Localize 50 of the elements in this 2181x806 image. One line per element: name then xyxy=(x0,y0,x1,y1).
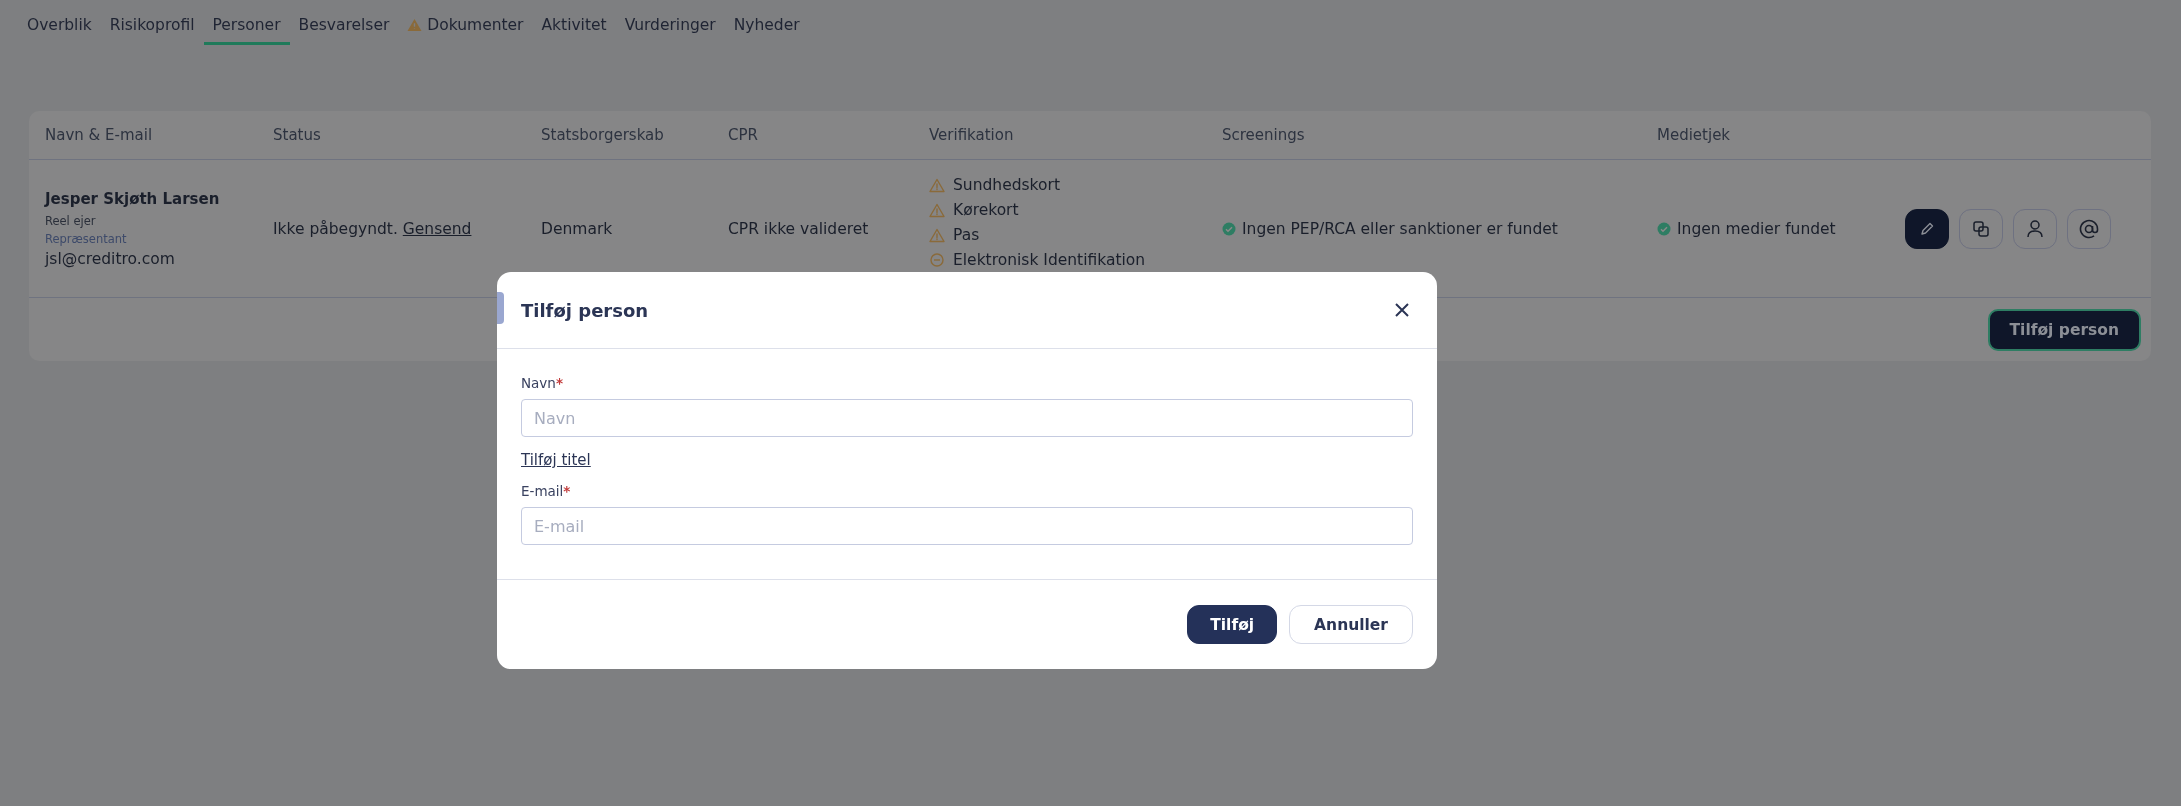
cpr-text: CPR ikke valideret xyxy=(728,219,870,238)
add-title-link[interactable]: Tilføj titel xyxy=(521,451,591,469)
dialog-title: Tilføj person xyxy=(521,299,649,321)
verification-item: Sundhedskort xyxy=(953,176,1060,194)
column-header: Status xyxy=(273,126,322,144)
copy-icon xyxy=(1972,219,1990,238)
column-header: Navn & E-mail xyxy=(45,126,154,144)
tab[interactable]: Risikoprofil xyxy=(100,12,204,45)
email-button[interactable] xyxy=(2067,208,2111,249)
citizenship-text: Denmark xyxy=(541,219,614,238)
check-circle-icon xyxy=(1657,221,1671,236)
tab[interactable]: Nyheder xyxy=(724,12,809,45)
person-name: Jesper Skjøth Larsen xyxy=(45,189,221,208)
pencil-icon xyxy=(1919,220,1935,237)
close-icon xyxy=(1395,303,1409,317)
verification-item: Kørekort xyxy=(953,201,1019,219)
verification-item: Elektronisk Identifikation xyxy=(953,251,1146,269)
field-label: E-mail* xyxy=(521,483,572,499)
tab[interactable]: Besvarelser xyxy=(289,12,399,45)
field-label: Navn* xyxy=(521,375,564,391)
person-button[interactable] xyxy=(2013,208,2057,249)
tab[interactable]: Aktivitet xyxy=(532,12,616,45)
edit-button[interactable] xyxy=(1905,208,1949,249)
tab[interactable]: Personer xyxy=(203,12,290,45)
media-result: Ingen medier fundet xyxy=(1677,219,1836,238)
column-header: Verifikation xyxy=(929,126,1015,144)
input-field[interactable]: Navn xyxy=(521,399,1413,437)
check-circle-icon xyxy=(1222,221,1236,236)
add-button[interactable]: Tilføj xyxy=(1187,605,1278,644)
input-field[interactable]: E-mail xyxy=(521,507,1413,545)
cancel-button[interactable]: Annuller xyxy=(1289,605,1413,644)
column-header: Statsborgerskab xyxy=(541,126,665,144)
status-text: Ikke påbegyndt. xyxy=(273,219,398,238)
add-person-button[interactable]: Tilføj person xyxy=(1987,308,2141,351)
column-header: CPR xyxy=(728,126,759,144)
accent-bar xyxy=(497,292,504,324)
tab[interactable]: Dokumenter xyxy=(398,12,533,45)
verification-item: Pas xyxy=(953,226,980,244)
at-sign-icon xyxy=(2079,218,2099,239)
copy-button[interactable] xyxy=(1959,208,2003,249)
column-header: Screenings xyxy=(1222,126,1306,144)
role-label: Reel ejer xyxy=(45,213,97,228)
column-header: Medietjek xyxy=(1657,126,1732,144)
email-text: jsl@creditro.com xyxy=(45,249,176,268)
role-label: Repræsentant xyxy=(45,231,128,246)
tab[interactable]: Overblik xyxy=(18,12,101,45)
resend-link[interactable]: Gensend xyxy=(402,219,472,238)
screening-result: Ingen PEP/RCA eller sanktioner er fundet xyxy=(1242,219,1558,238)
tab[interactable]: Vurderinger xyxy=(615,12,725,45)
person-icon xyxy=(2026,219,2044,238)
